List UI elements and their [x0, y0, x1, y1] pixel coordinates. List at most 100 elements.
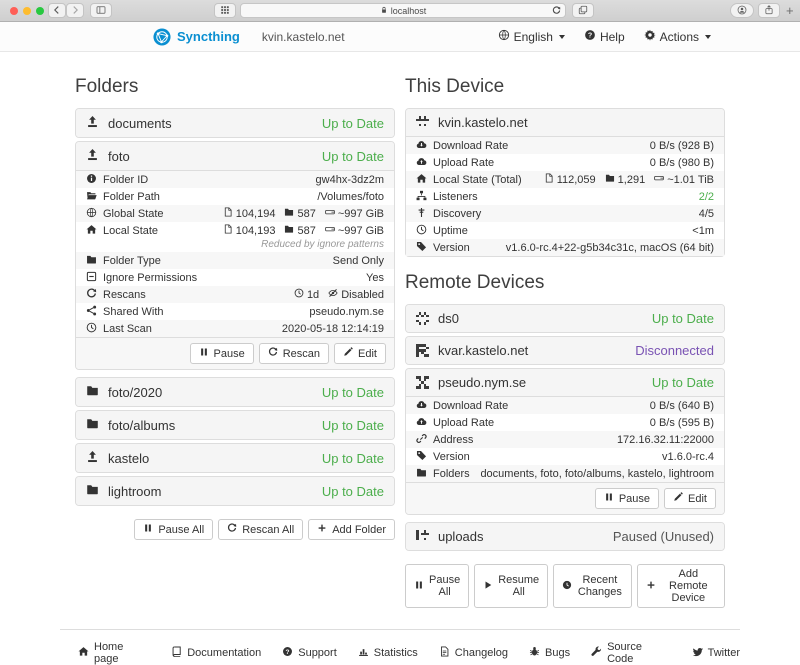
- window-close-button[interactable]: [10, 7, 18, 15]
- device-identicon: [416, 116, 429, 129]
- detail-label: Folder Type: [86, 254, 161, 268]
- browser-profile-button[interactable]: [730, 3, 754, 18]
- pause-icon: [414, 580, 424, 593]
- pause-icon: [143, 523, 153, 536]
- browser-forward-button[interactable]: [66, 3, 84, 18]
- upload-icon: [86, 148, 99, 164]
- detail-row-discovery: Discovery 4/5: [406, 205, 724, 222]
- footer-link-source-code[interactable]: Source Code: [591, 641, 671, 665]
- hdd-icon: [325, 224, 335, 237]
- navbar-menu-actions[interactable]: Actions: [644, 29, 711, 44]
- navbar-menu-help[interactable]: ?Help: [584, 29, 625, 44]
- recent-changes-button[interactable]: Recent Changes: [553, 564, 631, 608]
- discovery-icon: [416, 207, 427, 221]
- detail-value: v1.6.0-rc.4: [662, 451, 714, 463]
- value-clock: 1d: [294, 288, 319, 301]
- pause-all-button[interactable]: Pause All: [134, 519, 213, 540]
- detail-value: <1m: [692, 225, 714, 237]
- detail-value: 104,193587~997 GiB: [223, 224, 384, 237]
- rescan-button[interactable]: Rescan: [259, 343, 329, 364]
- detail-value: 4/5: [699, 208, 714, 220]
- window-minimize-button[interactable]: [23, 7, 31, 15]
- detail-row-upload-rate: Upload Rate0 B/s (980 B): [406, 154, 724, 171]
- navbar-menu: English ?Help Actions: [498, 29, 711, 44]
- twitter-icon: [692, 646, 703, 660]
- detail-label: Last Scan: [86, 322, 152, 336]
- button-label: Pause: [619, 493, 650, 505]
- refresh-icon: [227, 523, 237, 536]
- plus-icon: [317, 523, 327, 536]
- this-device-header-kvin-kastelo-net[interactable]: kvin.kastelo.net: [406, 109, 724, 137]
- device-header-uploads[interactable]: uploadsPaused (Unused): [406, 523, 724, 550]
- edit-icon: [673, 492, 683, 505]
- edit-button[interactable]: Edit: [334, 343, 386, 364]
- url-text: localhost: [391, 6, 427, 16]
- footer-link-statistics[interactable]: Statistics: [358, 641, 418, 665]
- detail-note: Reduced by ignore patterns: [86, 238, 384, 251]
- new-tab-button[interactable]: +: [786, 3, 794, 18]
- cloud-up-icon: [416, 156, 427, 170]
- detail-label: Download Rate: [416, 139, 508, 153]
- brand-title[interactable]: Syncthing: [177, 29, 240, 44]
- browser-share-button[interactable]: [758, 3, 780, 18]
- pause-button[interactable]: Pause: [190, 343, 254, 364]
- footer-link-twitter[interactable]: Twitter: [692, 641, 740, 665]
- detail-row-version: Versionv1.6.0-rc.4: [406, 448, 724, 465]
- footer-link-home-page[interactable]: Home page: [78, 641, 150, 665]
- tag-icon: [416, 241, 427, 255]
- detail-row-folder-path: Folder Path/Volumes/foto: [76, 188, 394, 205]
- detail-row-version: Versionv1.6.0-rc.4+22-g5b34c31c, macOS (…: [406, 239, 724, 256]
- add-remote-device-button[interactable]: Add Remote Device: [637, 564, 725, 608]
- navbar-menu-english[interactable]: English: [498, 29, 565, 44]
- detail-label: Upload Rate: [416, 416, 494, 430]
- footer-link-bugs[interactable]: Bugs: [529, 641, 570, 665]
- device-header-kvar-kastelo-net[interactable]: kvar.kastelo.netDisconnected: [406, 337, 724, 364]
- folder-header-foto-2020[interactable]: foto/2020Up to Date: [76, 378, 394, 406]
- detail-label: Discovery: [416, 207, 481, 221]
- pause-button[interactable]: Pause: [595, 488, 659, 509]
- device-header-pseudo-nym-se[interactable]: pseudo.nym.seUp to Date: [406, 369, 724, 397]
- this-device-name: kvin.kastelo.net: [438, 115, 528, 130]
- browser-tab-overview-button[interactable]: [572, 3, 594, 18]
- value-hdd: ~997 GiB: [325, 207, 384, 220]
- folder-header-foto[interactable]: fotoUp to Date: [76, 142, 394, 171]
- link-icon: [416, 433, 427, 447]
- detail-row-shared-with: Shared Withpseudo.nym.se: [76, 303, 394, 320]
- folder-name: lightroom: [108, 484, 161, 499]
- status-badge: Up to Date: [322, 451, 384, 466]
- resume-all-button[interactable]: Resume All: [474, 564, 548, 608]
- window-zoom-button[interactable]: [36, 7, 44, 15]
- reload-icon[interactable]: [552, 6, 561, 17]
- button-label: Pause: [214, 348, 245, 360]
- button-label: Recent Changes: [577, 574, 622, 598]
- footer-link-label: Support: [298, 647, 337, 659]
- footer-link-changelog[interactable]: Changelog: [439, 641, 508, 665]
- folder-name: foto: [108, 149, 130, 164]
- edit-icon: [343, 347, 353, 360]
- home-icon: [86, 224, 97, 238]
- folder-open-icon: [86, 190, 97, 204]
- footer-link-support[interactable]: ?Support: [282, 641, 337, 665]
- folder-header-documents[interactable]: documentsUp to Date: [76, 109, 394, 137]
- browser-tab-groups-button[interactable]: [214, 3, 236, 18]
- button-label: Resume All: [498, 574, 539, 598]
- footer-link-documentation[interactable]: Documentation: [171, 641, 261, 665]
- rescan-all-button[interactable]: Rescan All: [218, 519, 303, 540]
- detail-value: 112,0591,291~1.01 TiB: [544, 173, 714, 186]
- browser-back-button[interactable]: [48, 3, 66, 18]
- pause-all-button[interactable]: Pause All: [405, 564, 469, 608]
- add-folder-button[interactable]: Add Folder: [308, 519, 395, 540]
- value-folder: 587: [284, 207, 315, 220]
- folder-header-kastelo[interactable]: kasteloUp to Date: [76, 444, 394, 472]
- detail-row-listeners: Listeners2/2: [406, 188, 724, 205]
- browser-sidebar-button[interactable]: [90, 3, 112, 18]
- folder-header-foto-albums[interactable]: foto/albumsUp to Date: [76, 411, 394, 439]
- folder-header-lightroom[interactable]: lightroomUp to Date: [76, 477, 394, 505]
- footer-link-label: Twitter: [708, 647, 740, 659]
- edit-button[interactable]: Edit: [664, 488, 716, 509]
- device-header-ds0[interactable]: ds0Up to Date: [406, 305, 724, 332]
- address-bar[interactable]: localhost: [240, 3, 566, 18]
- detail-label: Global State: [86, 207, 164, 221]
- hdd-icon: [654, 173, 664, 186]
- button-label: Edit: [358, 348, 377, 360]
